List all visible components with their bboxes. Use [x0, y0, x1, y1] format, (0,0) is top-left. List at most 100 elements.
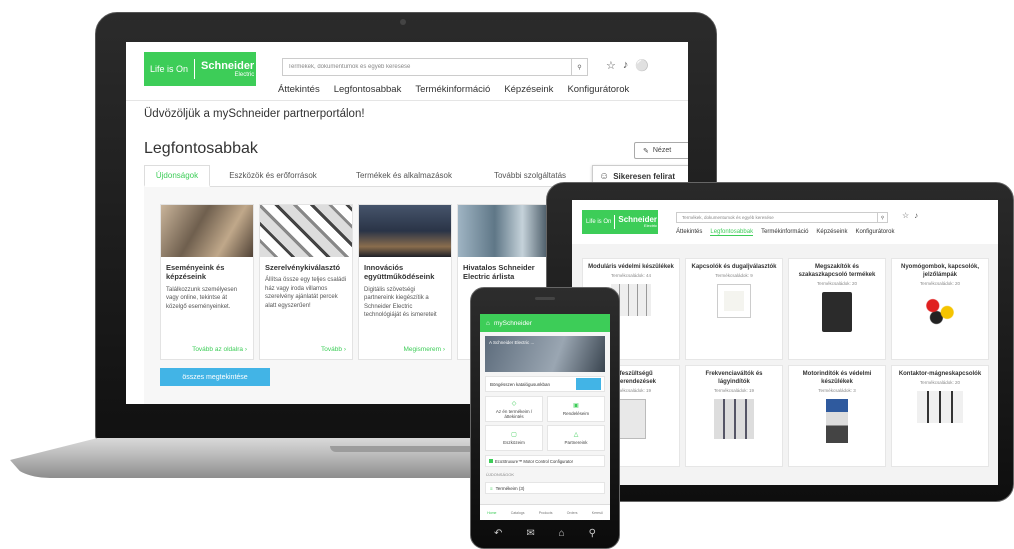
bottom-tab-search[interactable]: Kereső: [592, 511, 603, 515]
card-image: [458, 205, 550, 257]
card-link[interactable]: Megismerem ›: [403, 346, 445, 353]
product-name: Kapcsolók és dugaljválasztók: [691, 264, 777, 270]
view-button[interactable]: ✎ Nézet: [634, 142, 688, 159]
laptop-camera: [400, 19, 406, 25]
smile-icon: ☺: [599, 170, 610, 182]
life-is-on-text: Life is On: [150, 64, 189, 74]
logo-divider: [194, 59, 196, 79]
catalog-image: [576, 378, 601, 390]
life-is-on-text: Life is On: [586, 219, 612, 225]
card-text: Találkozzunk személyesen vagy online, te…: [166, 286, 238, 310]
schneider-logo[interactable]: Life is On Schneider Electric: [144, 52, 256, 86]
bottom-tab-products[interactable]: Products: [539, 511, 553, 515]
tile-orders[interactable]: ▣ Rendeléseim: [547, 396, 605, 422]
tablet-logo[interactable]: Life is On Schneider Electric: [582, 210, 658, 234]
nav-configurators[interactable]: Konfigurátorok: [567, 84, 629, 95]
card-events[interactable]: Eseményeink és képzéseink Találkozzunk s…: [160, 204, 254, 360]
product-image: [826, 398, 848, 443]
view-button-label: Nézet: [652, 147, 672, 154]
product-card[interactable]: Megszakítók és szakaszkapcsoló termékek T…: [788, 258, 886, 360]
product-count: Termékcsaládok: 20: [919, 379, 961, 385]
product-card[interactable]: Kapcsolók és dugaljválasztók Termékcsalád…: [685, 258, 783, 360]
toast-text: Sikeresen felirat: [613, 171, 676, 181]
search-icon[interactable]: ⚲: [571, 59, 587, 75]
view-all-button[interactable]: összes megtekintése: [160, 368, 270, 386]
bottom-tab-catalogs[interactable]: Catalogs: [511, 511, 525, 515]
ribbon-icon[interactable]: ☆: [606, 59, 616, 72]
configurator-row[interactable]: EcoStruxure™ Motor Control Configurator: [485, 455, 605, 467]
product-count: Termékcsaládok: 19: [713, 387, 755, 393]
nav-highlights[interactable]: Legfontosabbak: [334, 84, 402, 95]
nav-trainings[interactable]: Képzéseink: [816, 229, 847, 236]
cart-icon: ▣: [573, 403, 579, 409]
brand-sub: Electric: [234, 71, 255, 78]
search-key-icon[interactable]: ⚲: [589, 528, 596, 539]
bottom-tab-home[interactable]: Home: [487, 511, 496, 515]
tile-my-products[interactable]: ◇ Az én termékeim / áttekintés: [485, 396, 543, 422]
laptop-lip: [330, 446, 480, 452]
pencil-icon: ✎: [643, 147, 649, 155]
card-image: [359, 205, 451, 257]
ribbon-icon[interactable]: ☆: [902, 211, 909, 220]
nav-overview[interactable]: Áttekintés: [676, 229, 702, 236]
product-count: Termékcsaládok: 44: [610, 272, 652, 278]
product-name: Motorindítók és védelmi készülékek: [802, 371, 872, 385]
nav-product-info[interactable]: Termékinformáció: [761, 229, 808, 236]
product-image: [917, 390, 963, 423]
product-card[interactable]: Frekvenciaváltók és lágyindítók Termékcsa…: [685, 365, 783, 467]
phone-bottom-nav: Home Catalogs Products Orders Kereső: [480, 504, 610, 520]
card-title: Eseményeink és képzéseink: [166, 263, 225, 282]
partner-icon: △: [573, 432, 579, 438]
tab-tools[interactable]: Eszközök és erőforrások: [210, 165, 336, 187]
tab-news[interactable]: Újdonságok: [144, 165, 210, 187]
card-text: Digitális szövetségi partnereink kiegész…: [364, 286, 437, 318]
product-image: [717, 283, 751, 318]
card-title: Szerelvénykiválasztó: [265, 263, 341, 272]
nav-configurators[interactable]: Konfigurátorok: [855, 229, 894, 236]
card-link[interactable]: Tovább az oldalra ›: [192, 346, 247, 353]
bell-icon[interactable]: ♪: [623, 59, 629, 72]
search-placeholder: Termékek, dokumentumok és egyéb keresése: [682, 215, 774, 220]
search-icon[interactable]: ⚲: [877, 213, 887, 222]
card-selector[interactable]: Szerelvénykiválasztó Állítsa össze egy t…: [259, 204, 353, 360]
card-title: Innovációs együttműködéseink: [364, 263, 435, 282]
tablet-nav: Áttekintés Legfontosabbak Termékinformác…: [676, 229, 894, 236]
product-count: Termékcsaládok: 9: [715, 272, 753, 278]
product-name: Frekvenciaváltók és lágyindítók: [705, 371, 763, 385]
product-card[interactable]: Kontaktor-mágneskapcsolók Termékcsaládok:…: [891, 365, 989, 467]
tile-devices[interactable]: ▢ Eszközeim: [485, 425, 543, 451]
card-text: Állítsa össze egy teljes családi ház vag…: [265, 277, 347, 309]
section-title: Legfontosabbak: [144, 140, 258, 157]
nav-highlights[interactable]: Legfontosabbak: [710, 229, 754, 236]
nav-overview[interactable]: Áttekintés: [278, 84, 320, 95]
home-icon[interactable]: ⌂: [486, 320, 490, 327]
back-icon[interactable]: ↶: [494, 528, 502, 539]
catalog-text: Böngésszen katalógusunkban: [490, 381, 551, 387]
mail-icon[interactable]: ✉: [526, 528, 534, 539]
product-count: Termékcsaládok: 20: [816, 280, 858, 286]
my-products-row[interactable]: ≡ Termékeim (3): [485, 482, 605, 494]
list-icon: ≡: [490, 485, 493, 491]
user-icon[interactable]: ⚪: [635, 59, 649, 72]
brand-name: Schneider: [201, 59, 255, 72]
card-image: [260, 205, 352, 257]
tab-products[interactable]: Termékek és alkalmazások: [336, 165, 472, 187]
tablet-screen: Life is On Schneider Electric Termékek, d…: [572, 200, 998, 485]
nav-trainings[interactable]: Képzéseink: [504, 84, 553, 95]
phone-banner[interactable]: A Schneider Electric ...: [485, 336, 605, 372]
product-card[interactable]: Motorindítók és védelmi készülékek Termék…: [788, 365, 886, 467]
card-link[interactable]: Tovább ›: [321, 346, 346, 353]
bell-icon[interactable]: ♪: [914, 211, 918, 220]
product-card[interactable]: Nyomógombok, kapcsolók, jelzőlámpák Termé…: [891, 258, 989, 360]
tile-partners[interactable]: △ Partnereink: [547, 425, 605, 451]
home-key-icon[interactable]: ⌂: [559, 528, 565, 539]
bottom-tab-orders[interactable]: Orders: [567, 511, 578, 515]
product-image: [714, 398, 754, 439]
nav-product-info[interactable]: Termékinformáció: [415, 84, 490, 95]
configurator-icon: [489, 459, 493, 463]
tablet-search-input[interactable]: Termékek, dokumentumok és egyéb keresése…: [676, 212, 888, 223]
search-input[interactable]: Termékek, dokumentumok és egyéb keresése…: [282, 58, 588, 76]
phone-app-bar: ⌂ mySchneider: [480, 314, 610, 332]
card-innovation[interactable]: Innovációs együttműködéseink Digitális s…: [358, 204, 452, 360]
product-name: Nyomógombok, kapcsolók, jelzőlámpák: [900, 264, 979, 278]
